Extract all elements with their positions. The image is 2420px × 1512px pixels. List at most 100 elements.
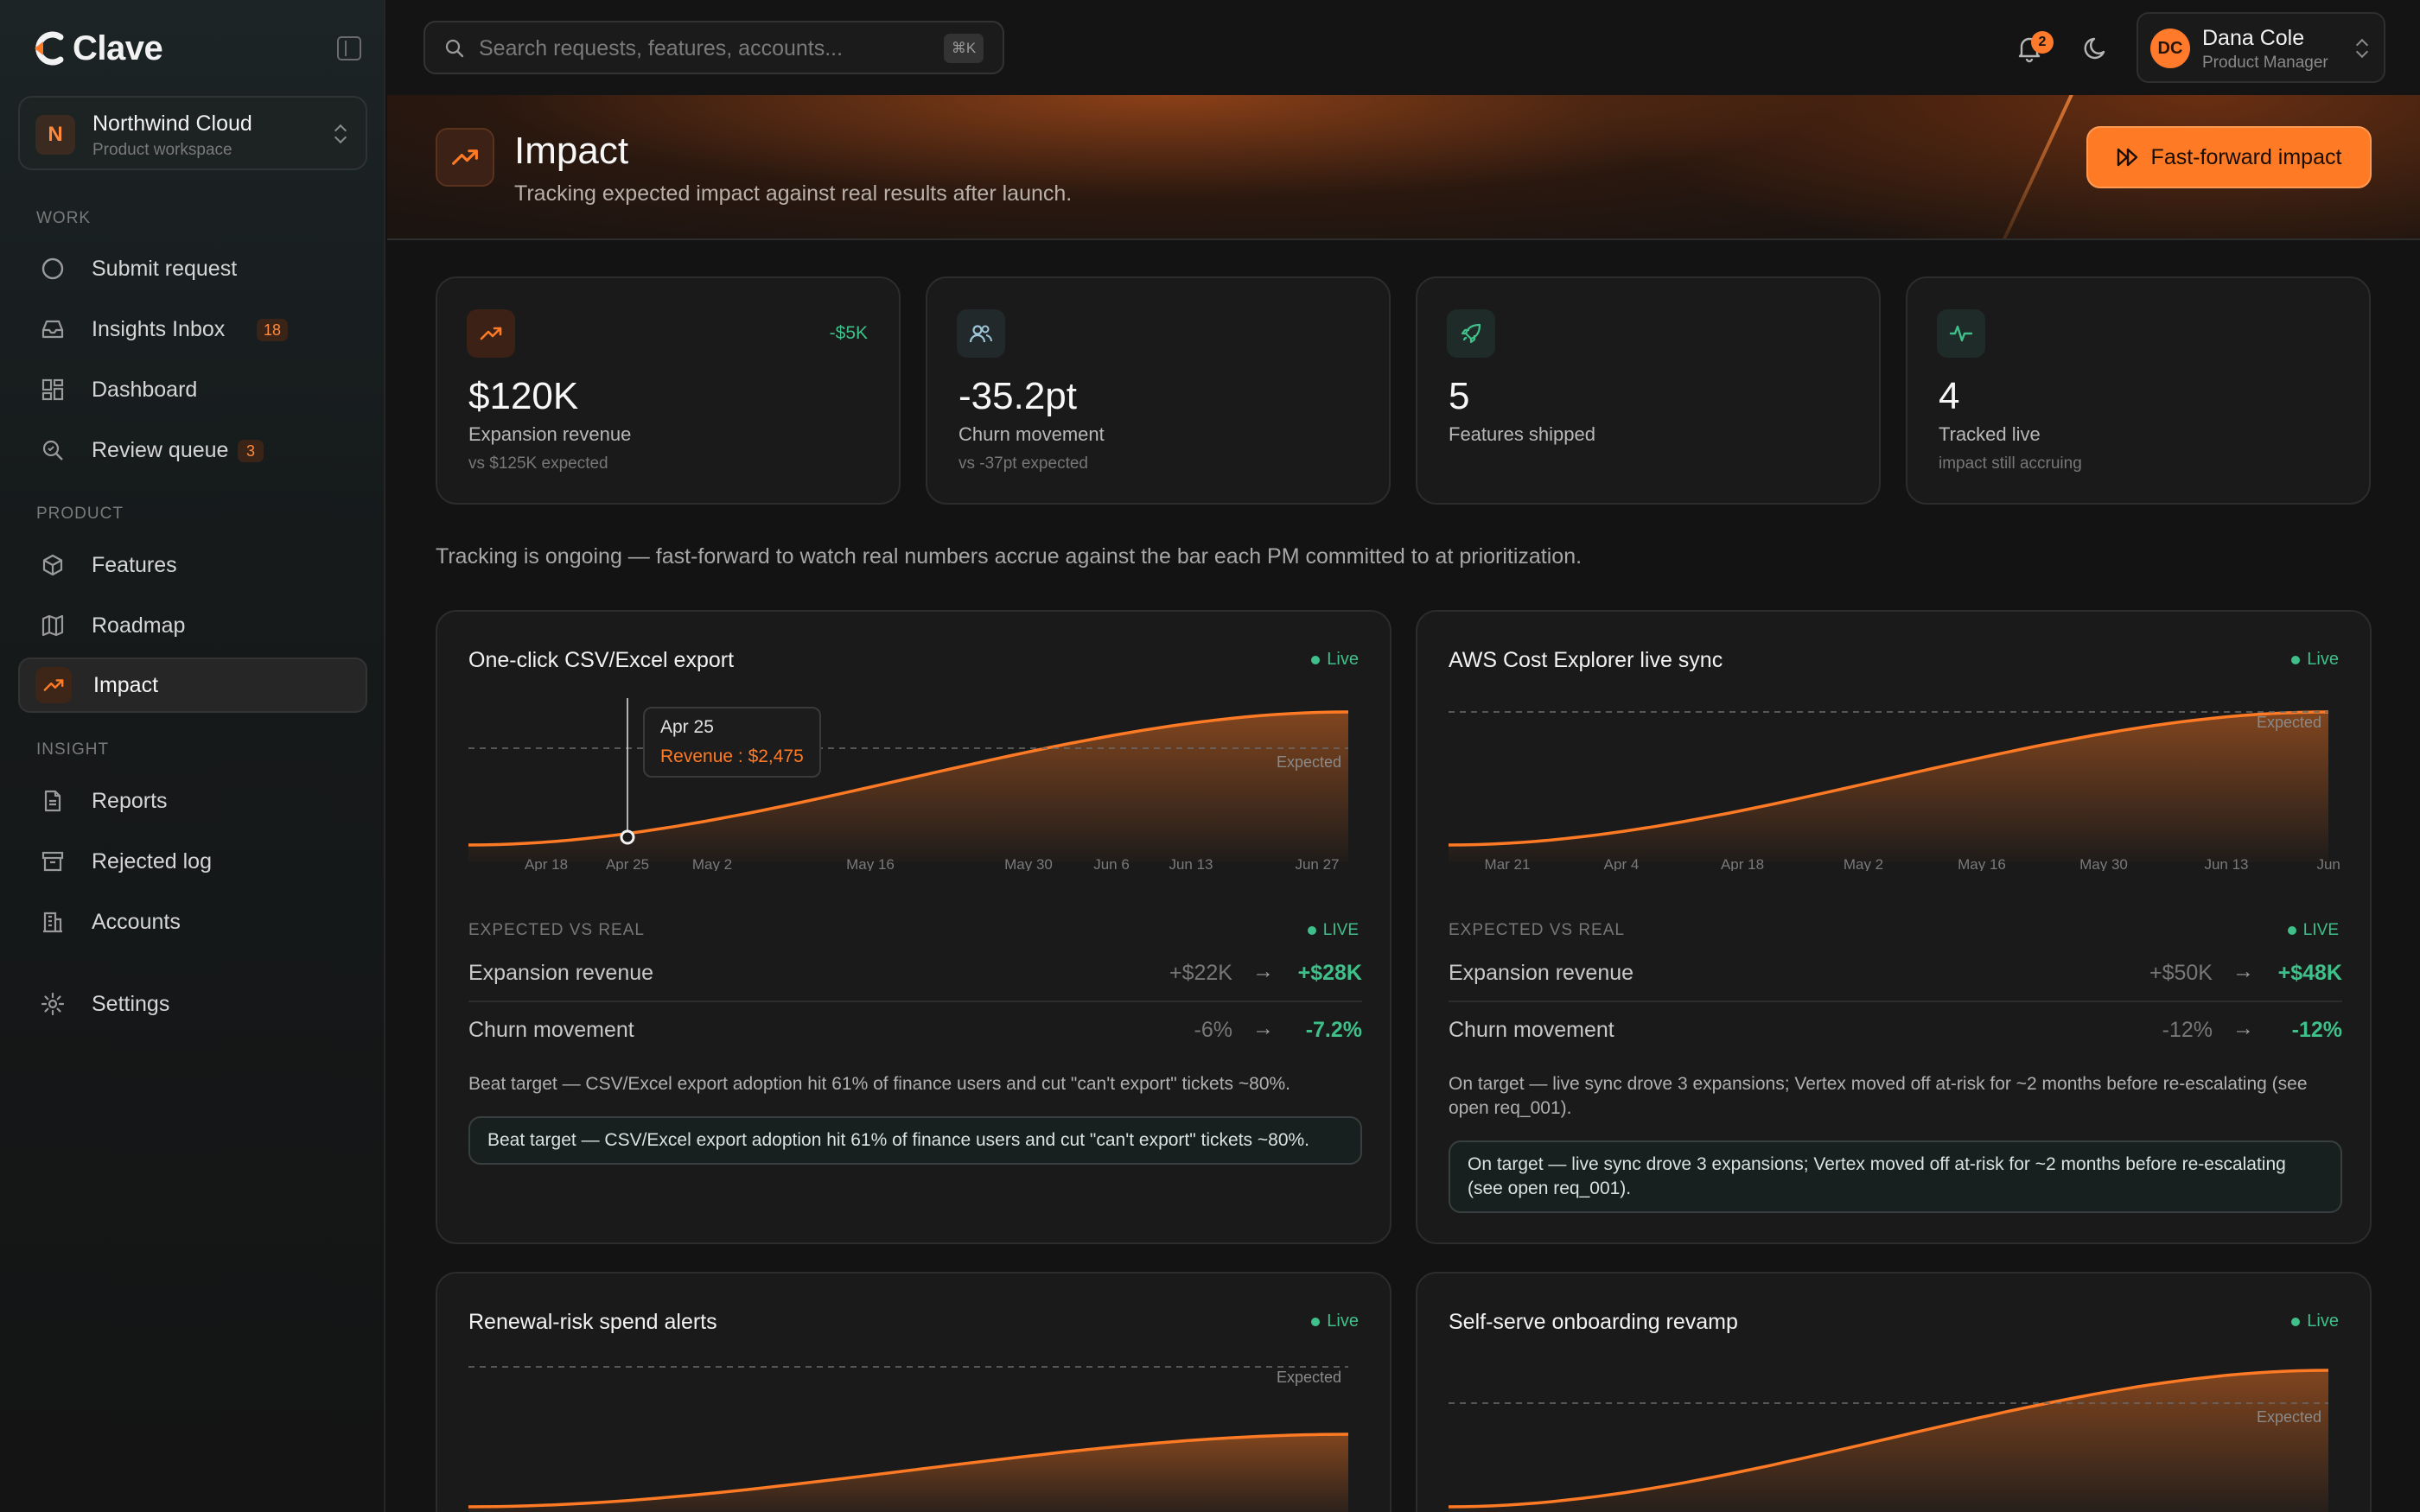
kpi-value: 5 [1449,375,1470,417]
impact-chart[interactable]: Expected [468,1360,1362,1512]
workspace-name: Northwind Cloud [92,111,252,136]
box-icon [41,553,65,577]
moon-icon[interactable] [2081,33,2112,64]
sidebar-item-insights-inbox[interactable]: Insights Inbox 18 [18,302,367,357]
search-bar[interactable]: ⌘K [424,21,1004,74]
sidebar-item-settings[interactable]: Settings [18,976,367,1032]
kpi-card-churn-movement: -35.2pt Churn movement vs -37pt expected [926,276,1391,505]
sidebar-item-label: Roadmap [92,613,186,638]
impact-chart[interactable]: Expected Mar 21 Apr 4 Apr 18 May 2 May 16 May … [1449,698,2342,871]
inbox-icon [41,317,65,341]
x-tick-label: Mar 21 [1485,856,1531,871]
section-label: EXPECTED VS REAL [1449,921,1625,939]
trending-up-icon [436,128,494,187]
sidebar-item-accounts[interactable]: Accounts [18,894,367,950]
page-header: Impact Tracking expected impact against … [387,95,2420,240]
fast-forward-icon [2117,148,2137,167]
collapse-sidebar-icon[interactable] [337,36,361,60]
sidebar: Clave N Northwind Cloud Product workspac… [0,0,385,1512]
section-label: EXPECTED VS REAL [468,921,645,939]
nav-section-product: PRODUCT [36,505,124,523]
chart-tooltip: Apr 25 Revenue : $2,475 [643,707,821,778]
user-menu[interactable]: DC Dana Cole Product Manager [2137,12,2385,83]
brand-logo[interactable]: Clave [29,26,163,71]
sidebar-item-label: Submit request [92,256,238,281]
x-tick-label: Jun 13 [1169,856,1213,871]
metric-name: Expansion revenue [1449,961,1634,985]
x-tick-label: Jun 13 [2204,856,2248,871]
metric-real: +$28K [1297,961,1362,985]
x-tick-label: Jun 27 [1295,856,1339,871]
tooltip-value: Revenue : $2,475 [660,746,804,766]
dashboard-icon [41,378,65,402]
metric-expected: +$50K [2149,961,2213,985]
impact-note: On target — live sync drove 3 expansions… [1449,1074,2308,1118]
feature-title: Self-serve onboarding revamp [1449,1310,1738,1334]
x-tick-label: May 30 [2079,856,2128,871]
feature-card: Renewal-risk spend alerts Live Expected [436,1272,1392,1512]
feature-card: AWS Cost Explorer live sync Live Expecte… [1416,610,2372,1244]
metric-row: Churn movement -6% → -7.2% [468,1004,1362,1059]
map-icon [41,613,65,638]
chevron-updown-icon [334,124,347,144]
feature-title: AWS Cost Explorer live sync [1449,648,1723,672]
x-tick-label: May 2 [1844,856,1883,871]
search-icon [445,39,464,58]
metric-expected: -6% [1194,1018,1232,1042]
user-role: Product Manager [2202,54,2328,72]
impact-chart[interactable]: Expected Apr 18 Apr 25 May 2 May 16 May 30 Jun… [468,698,1362,871]
arrow-right-icon: → [1252,1016,1274,1040]
impact-note-box: On target — live sync drove 3 expansions… [1449,1140,2342,1213]
search-input[interactable] [479,35,928,62]
sidebar-item-rejected-log[interactable]: Rejected log [18,834,367,889]
expected-label: Expected [1277,753,1341,771]
status-badge: Live [2291,1312,2339,1331]
sidebar-item-label: Reports [92,788,168,813]
nav-section-insight: INSIGHT [36,740,110,759]
sidebar-item-review-queue[interactable]: Review queue 3 [18,422,367,478]
page-title: Impact [514,130,629,172]
brand-name: Clave [73,29,163,67]
sidebar-item-reports[interactable]: Reports [18,773,367,829]
expected-label: Expected [2257,1408,2321,1426]
fast-forward-impact-button[interactable]: Fast-forward impact [2086,126,2372,188]
nav-section-work: WORK [36,209,92,227]
sidebar-item-label: Dashboard [92,377,198,402]
expected-label: Expected [1277,1369,1341,1386]
status-badge: Live [1311,1312,1359,1331]
metric-name: Churn movement [1449,1018,1614,1042]
trending-up-icon [467,309,515,358]
hover-point[interactable] [620,829,635,845]
kpi-value: 4 [1939,375,1960,417]
users-icon [957,309,1005,358]
sidebar-item-impact[interactable]: Impact [18,658,367,713]
status-badge: Live [1311,650,1359,670]
impact-chart[interactable]: Expected [1449,1360,2342,1512]
sidebar-item-label: Impact [93,672,159,697]
kpi-sub: vs $125K expected [468,454,608,473]
arrow-right-icon: → [2232,1016,2254,1040]
x-tick-label: May 2 [692,856,732,871]
metric-row: Expansion revenue +$22K → +$28K [468,947,1362,1002]
circle-icon [41,257,65,281]
sidebar-item-submit-request[interactable]: Submit request [18,241,367,296]
inbox-count-badge: 18 [257,319,289,341]
workspace-switcher[interactable]: N Northwind Cloud Product workspace [18,96,367,170]
sidebar-item-roadmap[interactable]: Roadmap [18,598,367,653]
sidebar-item-dashboard[interactable]: Dashboard [18,362,367,417]
arrow-right-icon: → [1252,959,1274,983]
metric-expected: -12% [2162,1018,2213,1042]
x-tick-label: Apr 18 [525,856,568,871]
notification-count-badge: 2 [2031,31,2054,54]
kpi-label: Tracked live [1939,423,2041,445]
rocket-icon [1447,309,1495,358]
x-tick-label: Apr 18 [1721,856,1764,871]
kpi-label: Expansion revenue [468,423,632,445]
kpi-sub: vs -37pt expected [958,454,1088,473]
feature-title: One-click CSV/Excel export [468,648,735,672]
sidebar-item-label: Insights Inbox [92,316,226,341]
x-tick-label: Apr 4 [1604,856,1640,871]
metric-real: -7.2% [1305,1018,1362,1042]
sidebar-item-features[interactable]: Features [18,537,367,593]
x-tick-label: May 30 [1004,856,1053,871]
